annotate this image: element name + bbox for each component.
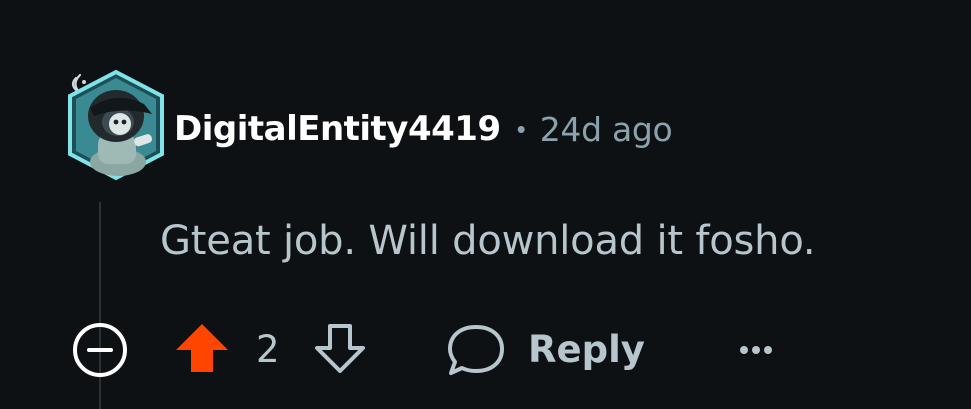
- author-name[interactable]: DigitalEntity4419: [174, 109, 501, 149]
- meta-separator: •: [516, 113, 526, 144]
- vote-count: 2: [256, 328, 280, 371]
- minus-circle-icon: [73, 323, 127, 377]
- comment-header: DigitalEntity4419 • 24d ago: [174, 106, 673, 152]
- ellipsis-icon: [740, 346, 772, 354]
- reply-label: Reply: [528, 327, 645, 371]
- timestamp[interactable]: 24d ago: [540, 110, 673, 149]
- speech-bubble-icon: [448, 325, 504, 375]
- avatar[interactable]: [62, 64, 170, 184]
- arrow-up-icon: [176, 324, 228, 372]
- collapse-button[interactable]: [72, 322, 128, 378]
- comment: DigitalEntity4419 • 24d ago Gteat job. W…: [0, 0, 971, 409]
- reply-button[interactable]: Reply: [446, 318, 645, 380]
- upvote-button[interactable]: [174, 322, 230, 374]
- more-options-button[interactable]: [734, 330, 778, 370]
- comment-body: Gteat job. Will download it fosho.: [160, 218, 816, 264]
- downvote-button[interactable]: [312, 322, 368, 374]
- arrow-down-icon: [315, 324, 365, 373]
